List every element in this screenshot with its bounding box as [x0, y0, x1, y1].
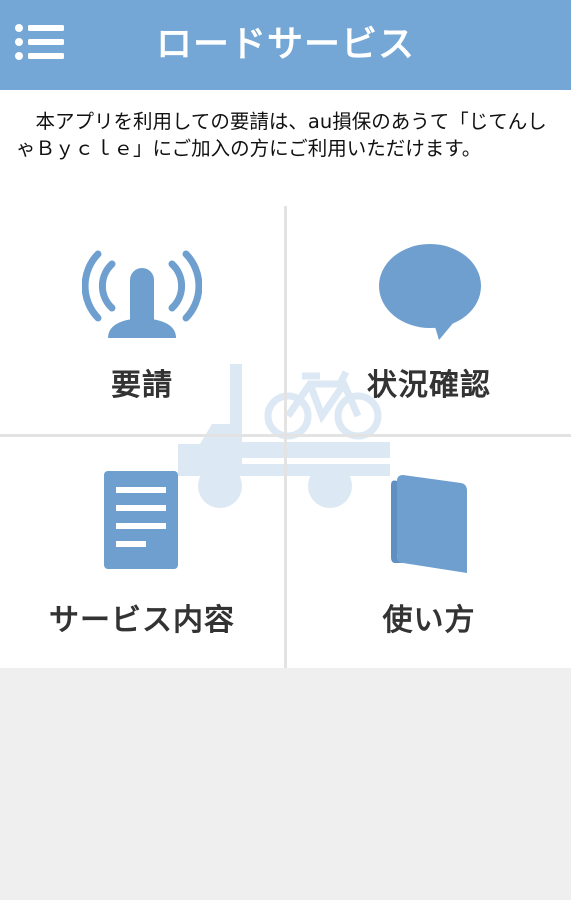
- service-details-tile[interactable]: サービス内容: [0, 437, 284, 668]
- page-title: ロードサービス: [155, 24, 415, 65]
- how-to-use-label: 使い方: [382, 603, 476, 638]
- app-header: ロードサービス: [0, 0, 571, 90]
- notice-text: 本アプリを利用しての要請は、au損保のあうて「じてんしゃＢｙｃｌｅ」にご加入の方…: [0, 90, 571, 206]
- service-details-label: サービス内容: [49, 603, 235, 638]
- status-check-label: 状況確認: [367, 368, 491, 403]
- request-tile[interactable]: 要請: [0, 206, 284, 434]
- booklet-icon: [391, 475, 467, 573]
- menu-grid: 要請 状況確認 サービス内容 使い方: [0, 206, 571, 668]
- signal-beacon-icon: [82, 250, 202, 338]
- document-icon: [104, 471, 178, 569]
- how-to-use-tile[interactable]: 使い方: [287, 437, 571, 668]
- status-check-tile[interactable]: 状況確認: [287, 206, 571, 434]
- speech-bubble-icon: [379, 244, 481, 340]
- request-label: 要請: [111, 368, 173, 403]
